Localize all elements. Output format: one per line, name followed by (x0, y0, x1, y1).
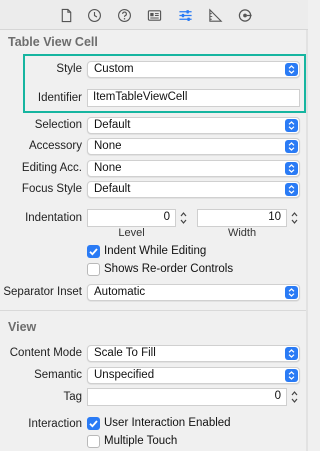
selection-popup[interactable]: Default (87, 117, 300, 134)
focus-style-popup[interactable]: Default (87, 181, 300, 198)
identity-inspector-tab[interactable] (145, 6, 163, 24)
popup-chevron-icon (285, 347, 298, 360)
user-interaction-label: User Interaction Enabled (104, 417, 231, 429)
user-interaction-checkbox[interactable] (87, 417, 100, 430)
indentation-width-value: 10 (268, 211, 281, 223)
help-inspector-tab[interactable] (115, 6, 133, 24)
indent-while-editing-checkbox[interactable] (87, 245, 100, 258)
popup-chevron-icon (285, 119, 298, 132)
connections-arrow-icon (238, 8, 252, 22)
indentation-level-field[interactable]: 0 (87, 209, 176, 227)
content-mode-popup[interactable]: Scale To Fill (87, 345, 300, 362)
focus-style-label: Focus Style (21, 183, 82, 195)
checkmark-icon (89, 248, 98, 256)
popup-chevron-icon (285, 183, 298, 196)
semantic-value: Unspecified (94, 369, 155, 381)
indentation-level-stepper[interactable] (178, 209, 189, 227)
tag-stepper[interactable] (289, 388, 300, 406)
semantic-popup[interactable]: Unspecified (87, 367, 300, 384)
tag-label: Tag (63, 391, 82, 403)
popup-chevron-icon (285, 369, 298, 382)
section-header-table-view-cell: Table View Cell (8, 35, 98, 49)
editing-acc-value: None (94, 162, 122, 174)
history-inspector-tab[interactable] (85, 6, 103, 24)
interaction-label: Interaction (28, 418, 82, 430)
accessory-label: Accessory (28, 140, 82, 152)
accessory-popup[interactable]: None (87, 138, 300, 155)
popup-chevron-icon (285, 140, 298, 153)
indentation-level-value: 0 (163, 211, 170, 223)
stepper-icon (291, 391, 298, 403)
selection-value: Default (94, 119, 131, 131)
focus-style-value: Default (94, 183, 131, 195)
editing-acc-popup[interactable]: None (87, 160, 300, 177)
content-mode-label: Content Mode (9, 347, 82, 359)
semantic-label: Semantic (34, 369, 82, 381)
identity-card-icon (147, 9, 161, 21)
shows-reorder-label: Shows Re-order Controls (104, 263, 234, 275)
tag-field[interactable]: 0 (87, 388, 287, 406)
file-inspector-tab[interactable] (57, 6, 75, 24)
indent-while-editing-label: Indent While Editing (104, 245, 207, 257)
shows-reorder-checkbox[interactable] (87, 263, 100, 276)
indentation-width-stepper[interactable] (289, 209, 300, 227)
scrollbar-track[interactable] (306, 30, 308, 451)
section-divider (0, 310, 308, 311)
checkmark-icon (89, 420, 98, 428)
popup-chevron-icon (285, 286, 298, 299)
inspector-tab-bar (0, 0, 308, 30)
separator-inset-value: Automatic (94, 286, 146, 298)
content-mode-value: Scale To Fill (94, 347, 156, 359)
multiple-touch-checkbox[interactable] (87, 435, 100, 448)
accessory-value: None (94, 140, 122, 152)
editing-acc-label: Editing Acc. (21, 162, 82, 174)
attributes-sliders-icon (178, 9, 192, 21)
multiple-touch-label: Multiple Touch (104, 435, 178, 447)
help-question-icon (117, 8, 131, 22)
history-clock-icon (87, 8, 101, 22)
popup-chevron-icon (285, 162, 298, 175)
attributes-inspector-tab[interactable] (176, 6, 194, 24)
separator-inset-label: Separator Inset (3, 286, 82, 298)
connections-inspector-tab[interactable] (236, 6, 254, 24)
stepper-icon (180, 212, 187, 224)
size-inspector-tab[interactable] (206, 6, 224, 24)
highlight-box (23, 54, 306, 113)
width-sublabel: Width (227, 227, 257, 239)
section-header-view: View (8, 320, 37, 334)
size-ruler-icon (208, 8, 222, 22)
level-sublabel: Level (118, 227, 145, 239)
stepper-icon (291, 212, 298, 224)
file-icon (61, 8, 71, 22)
selection-label: Selection (34, 119, 82, 131)
indentation-width-field[interactable]: 10 (197, 209, 287, 227)
tag-value: 0 (274, 390, 281, 402)
indentation-label: Indentation (25, 212, 82, 224)
separator-inset-popup[interactable]: Automatic (87, 284, 300, 301)
